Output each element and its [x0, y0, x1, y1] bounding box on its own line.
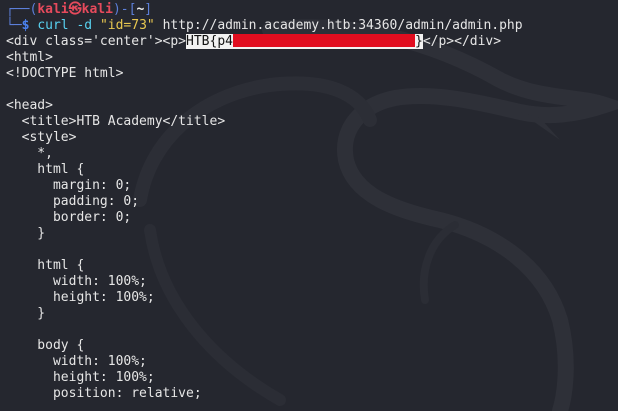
- command-name: curl: [37, 18, 69, 33]
- output-line: *,: [6, 146, 53, 161]
- output-line: width: 100%;: [6, 274, 147, 289]
- prompt-line: ┌──(kali㉿kali)-[~]: [6, 2, 618, 18]
- output-line: html {: [6, 162, 85, 177]
- prompt-close: ]: [144, 2, 153, 17]
- output-line: <html>: [6, 50, 53, 65]
- command-flag: -d: [76, 18, 93, 33]
- flag-close: }: [414, 34, 423, 49]
- output-line: margin: 0;: [6, 178, 132, 193]
- command-url: http://admin.academy.htb:34360/admin/adm…: [162, 18, 523, 33]
- flag-prefix: HTB{p4: [186, 34, 233, 49]
- output-line: <head>: [6, 98, 53, 113]
- output-line: border: 0;: [6, 210, 132, 225]
- output-line: }: [6, 226, 46, 241]
- output-line: height: 100%;: [6, 370, 155, 385]
- prompt-at-icon: ㉿: [68, 2, 82, 17]
- output-body: <html> <!DOCTYPE html> <head> <title>HTB A…: [6, 50, 618, 402]
- prompt-bottom-prefix: └─: [6, 18, 22, 33]
- prompt-top-prefix: ┌──(: [6, 2, 38, 17]
- output-line: padding: 0;: [6, 194, 140, 209]
- output-line-flag: <div class='center'><p>HTB{p4}</p></div>: [6, 34, 618, 50]
- selected-flag-text[interactable]: HTB{p4}: [186, 34, 423, 49]
- output-line: }: [6, 306, 46, 321]
- redaction-bar: [232, 34, 415, 47]
- prompt-mid: )-[: [112, 2, 137, 17]
- output-line: position: relative;: [6, 386, 202, 401]
- prompt-host: kali: [81, 2, 113, 17]
- terminal-output: ┌──(kali㉿kali)-[~] └─$ curl -d "id=73" h…: [6, 2, 618, 402]
- output-line: <title>HTB Academy</title>: [6, 114, 226, 129]
- output-before: <div class='center'><p>: [6, 34, 187, 49]
- prompt-symbol: $: [21, 18, 30, 33]
- prompt-user: kali: [37, 2, 69, 17]
- output-line: body {: [6, 338, 85, 353]
- output-line: html {: [6, 258, 85, 273]
- terminal-window[interactable]: ┌──(kali㉿kali)-[~] └─$ curl -d "id=73" h…: [0, 0, 618, 411]
- command-line[interactable]: └─$ curl -d "id=73" http://admin.academy…: [6, 18, 618, 34]
- output-line: <!DOCTYPE html>: [6, 66, 124, 81]
- output-after: </p></div>: [422, 34, 502, 49]
- output-line: width: 100%;: [6, 354, 147, 369]
- output-line: height: 100%;: [6, 290, 155, 305]
- command-data: "id=73": [99, 18, 155, 33]
- output-line: <style>: [6, 130, 77, 145]
